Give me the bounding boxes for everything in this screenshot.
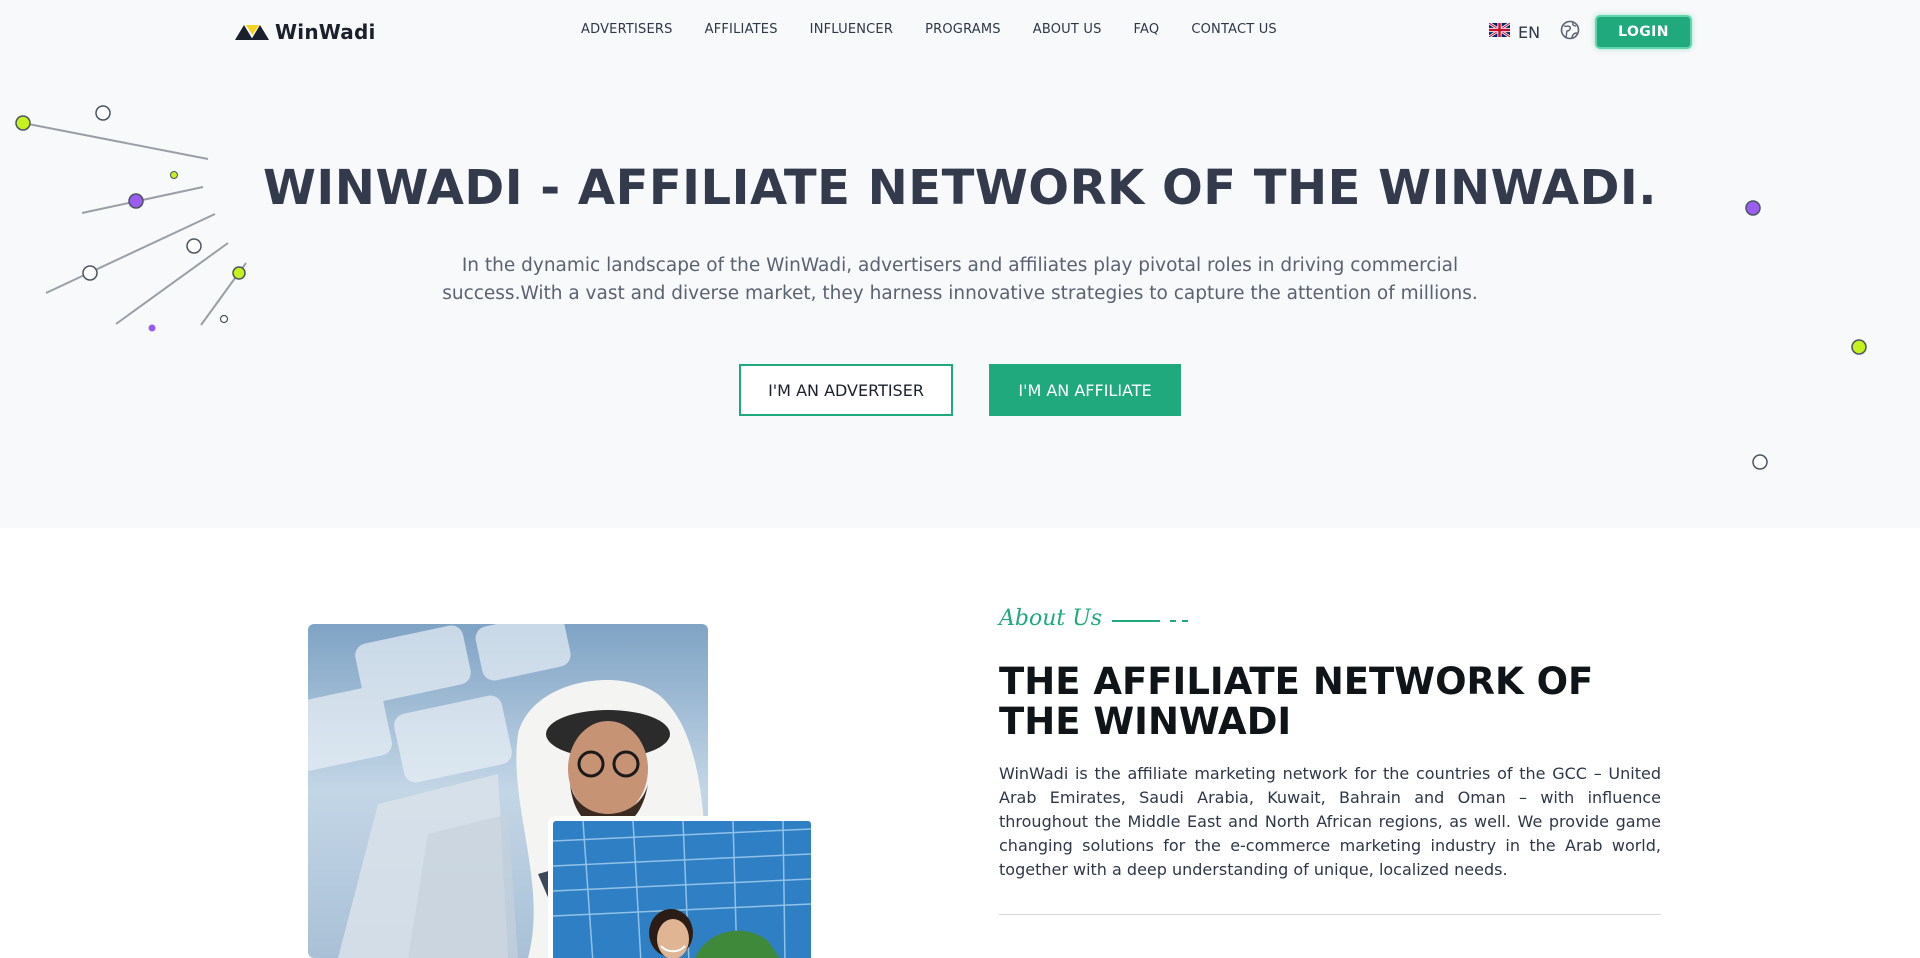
nav-influencer[interactable]: INFLUENCER [810, 22, 893, 37]
advertiser-button[interactable]: I'M AN ADVERTISER [739, 364, 953, 416]
about-tag-text: About Us [999, 606, 1103, 631]
hero-description: In the dynamic landscape of the WinWadi,… [442, 255, 1478, 304]
uk-flag-icon [1488, 21, 1511, 42]
globe-icon[interactable] [1560, 20, 1580, 45]
login-button[interactable]: LOGIN [1595, 15, 1692, 49]
language-selector[interactable]: EN [1488, 20, 1580, 45]
main-nav: ADVERTISERS AFFILIATES INFLUENCER PROGRA… [581, 22, 1277, 37]
decorative-dash-line [1112, 610, 1192, 628]
nav-about-us[interactable]: ABOUT US [1033, 22, 1102, 37]
about-tag: About Us [999, 606, 1192, 631]
nav-affiliates[interactable]: AFFILIATES [705, 22, 778, 37]
nav-programs[interactable]: PROGRAMS [925, 22, 1001, 37]
about-body-text: WinWadi is the affiliate marketing netwo… [999, 764, 1661, 879]
affiliate-button[interactable]: I'M AN AFFILIATE [989, 364, 1181, 416]
nav-advertisers[interactable]: ADVERTISERS [581, 22, 673, 37]
language-code: EN [1518, 23, 1541, 42]
logo-text: WinWadi [275, 20, 376, 44]
about-heading: THE AFFILIATE NETWORK OF THE WINWADI [999, 660, 1594, 743]
logo-mark-icon [235, 22, 269, 42]
businesswoman-photo [548, 816, 816, 958]
logo[interactable]: WinWadi [235, 20, 376, 44]
divider [999, 914, 1661, 915]
hero-section: WinWadi ADVERTISERS AFFILIATES INFLUENCE… [0, 0, 1920, 528]
nav-faq[interactable]: FAQ [1134, 22, 1160, 37]
hero-title: WINWADI - AFFILIATE NETWORK OF THE WINWA… [262, 160, 1658, 216]
nav-contact-us[interactable]: CONTACT US [1191, 22, 1277, 37]
